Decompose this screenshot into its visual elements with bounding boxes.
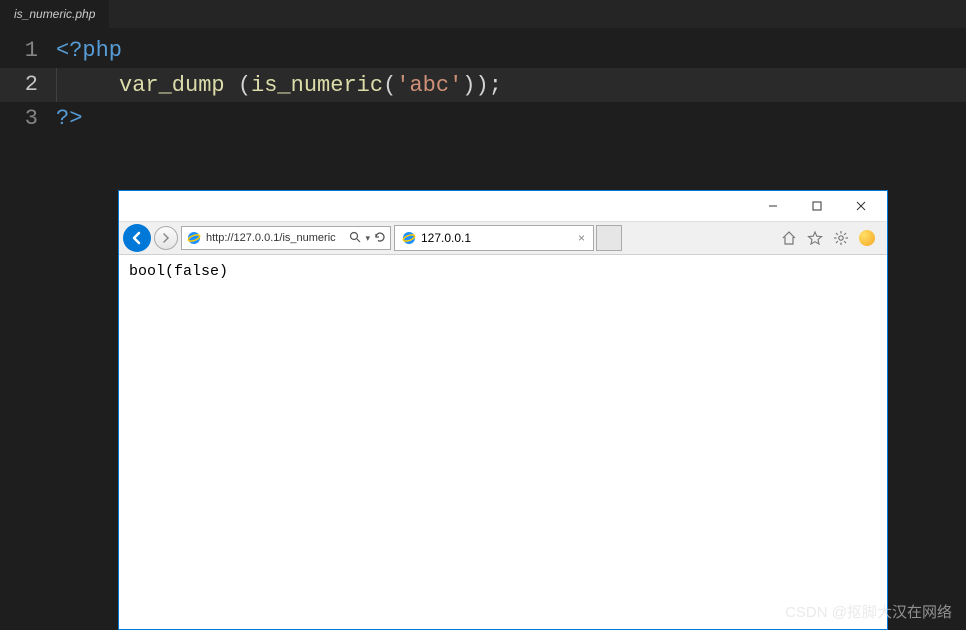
code-editor[interactable]: 1 <?php 2 var_dump (is_numeric('abc')); … bbox=[0, 28, 966, 142]
star-icon[interactable] bbox=[807, 230, 823, 246]
dropdown-icon[interactable]: ▾ bbox=[365, 233, 370, 244]
line-number: 2 bbox=[0, 68, 56, 102]
window-titlebar[interactable] bbox=[119, 191, 887, 221]
close-button[interactable] bbox=[839, 192, 883, 220]
page-content: bool(false) bbox=[119, 255, 887, 629]
token-string-arg: 'abc' bbox=[396, 72, 462, 97]
browser-window: http://127.0.0.1/is_numeric ▾ 127.0.0.1 … bbox=[118, 190, 888, 630]
url-text: http://127.0.0.1/is_numeric bbox=[206, 232, 347, 244]
php-output: bool(false) bbox=[129, 263, 228, 280]
browser-tab[interactable]: 127.0.0.1 × bbox=[394, 225, 594, 251]
code-line-3: 3 ?> bbox=[0, 102, 966, 136]
line-number: 1 bbox=[0, 34, 56, 68]
browser-nav-bar: http://127.0.0.1/is_numeric ▾ 127.0.0.1 … bbox=[119, 221, 887, 255]
ie-icon bbox=[186, 230, 202, 246]
back-button[interactable] bbox=[123, 224, 151, 252]
forward-button[interactable] bbox=[154, 226, 178, 250]
new-tab-button[interactable] bbox=[596, 225, 622, 251]
ie-icon bbox=[401, 230, 417, 246]
home-icon[interactable] bbox=[781, 230, 797, 246]
php-close-tag: ?> bbox=[56, 106, 82, 131]
maximize-button[interactable] bbox=[795, 192, 839, 220]
refresh-icon[interactable] bbox=[374, 231, 386, 246]
editor-tab-bar: is_numeric.php bbox=[0, 0, 966, 28]
code-line-2: 2 var_dump (is_numeric('abc')); bbox=[0, 68, 966, 102]
search-icon[interactable] bbox=[349, 231, 361, 246]
address-bar[interactable]: http://127.0.0.1/is_numeric ▾ bbox=[181, 226, 391, 250]
code-line-1: 1 <?php bbox=[0, 34, 966, 68]
minimize-button[interactable] bbox=[751, 192, 795, 220]
watermark: CSDN @抠脚大汉在网络 bbox=[785, 601, 952, 622]
php-open-tag: <?php bbox=[56, 38, 122, 63]
gear-icon[interactable] bbox=[833, 230, 849, 246]
smiley-icon[interactable] bbox=[859, 230, 875, 246]
line-number: 3 bbox=[0, 102, 56, 136]
token-var-dump: var_dump bbox=[119, 72, 225, 97]
browser-tab-title: 127.0.0.1 bbox=[421, 231, 574, 245]
tab-close-icon[interactable]: × bbox=[574, 231, 589, 245]
token-is-numeric: is_numeric bbox=[251, 72, 383, 97]
editor-tab[interactable]: is_numeric.php bbox=[0, 0, 109, 28]
